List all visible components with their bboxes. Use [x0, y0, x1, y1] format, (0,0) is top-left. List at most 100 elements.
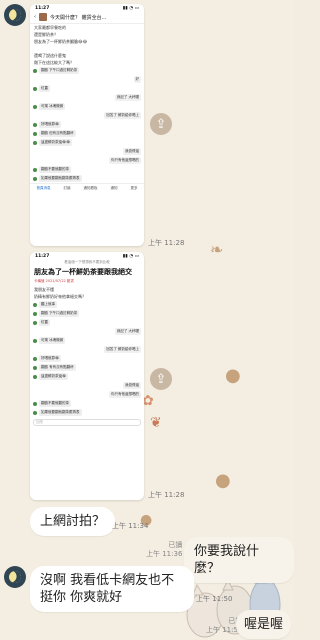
- avatar-icon: [33, 311, 37, 316]
- screenshot-chat-row: 如果就要翻就翻茶跟再表: [30, 174, 144, 183]
- screenshot-chat-row: 翻臉 下午口過訂鮮奶茶: [30, 309, 144, 318]
- share-icon[interactable]: ⇪: [150, 113, 172, 135]
- screenshot-chat-row: 翻臉不要就翻的茶: [30, 399, 144, 408]
- screenshot-chat-bubble: 我覺得還: [123, 382, 141, 389]
- message-time: 上午 11:36: [146, 550, 183, 558]
- avatar-icon: [33, 122, 37, 127]
- screenshot-text-line: 我朋友不懂: [34, 287, 54, 292]
- avatar-icon: [33, 176, 37, 181]
- screenshot-chat-bubble: 可樂 冰塊微微: [39, 103, 66, 110]
- nav-item: 通知看板: [83, 186, 98, 190]
- screenshot-chat-bubble: 好: [133, 76, 141, 83]
- screenshot-chat-row: 我覺得還: [30, 147, 144, 156]
- screenshot-title: 今天開什麼？ 雜貨全台...: [50, 14, 107, 21]
- screenshot-chat-bubble: 紅蓋: [39, 319, 50, 326]
- read-label: 已讀: [168, 541, 183, 549]
- avatar-icon: [33, 365, 37, 370]
- screenshot-chat-row: 如果就要翻就翻茶跟再表: [30, 408, 144, 417]
- screenshot-chat-bubble: 好喝就算😂: [39, 355, 62, 362]
- contact-avatar[interactable]: [4, 566, 26, 588]
- screenshot-chat-row: 好喝就算😂: [30, 120, 144, 129]
- screenshot-chat-bubble: 好喝就算😂: [39, 121, 62, 128]
- leaf-icon: ❧: [210, 240, 224, 259]
- post-headline: 朋友為了一杯鮮奶茶要跟我絕交: [34, 268, 132, 276]
- screenshot-text-line: 大家最都早餐吃的: [34, 25, 66, 30]
- screenshot-chat-bubble: 回答了 鮮奶給你喝上: [104, 112, 141, 119]
- status-time: 11:27: [35, 254, 50, 259]
- avatar-icon: [33, 104, 37, 109]
- screenshot-chat-bubble: 翻臉不要就翻的茶: [39, 166, 71, 173]
- screenshot-text-line: 朋友為了一杯鮮奶茶翻臉😂😂: [34, 39, 88, 44]
- screenshot-chat-row: 回答了 鮮奶給你喝上: [30, 111, 144, 120]
- incoming-message[interactable]: 沒啊 我看低卡網友也不挺你 你爽就好: [30, 566, 194, 612]
- message-time: 上午 11:28: [148, 239, 185, 247]
- screenshot-chat-row: 這邊鮮奶茶還😂😂: [30, 138, 144, 147]
- read-receipt: 已讀 上午 11:36: [146, 541, 182, 559]
- avatar-icon: [33, 86, 37, 91]
- screenshot-chat-row: 可樂 冰塊微微: [30, 102, 144, 111]
- image-message-screenshot-2[interactable]: 11:27 ▮▮ ◔ ▭ 看這個一下想想我不要到比較 朋友為了一杯鮮奶茶要跟我絕…: [30, 252, 144, 500]
- nav-item: 討論: [63, 186, 71, 190]
- screenshot-chat-bubble: 紅蓋: [39, 85, 50, 92]
- screenshot-chat-row: 我覺得還: [30, 381, 144, 390]
- avatar-icon: [33, 140, 37, 145]
- screenshot-title-bar: ‹ 今天開什麼？ 雜貨全台...: [30, 12, 144, 24]
- signal-icon: ▮▮ ◔ ▭: [122, 254, 139, 259]
- screenshot-chat-bubble: 翻臉 但有沒有點翻杯: [39, 130, 76, 137]
- screenshot-text-line: 還喝了說這什麼鬼: [34, 53, 66, 58]
- image-message-screenshot-1[interactable]: 11:27 ▮▮ ◔ ▭ ‹ 今天開什麼？ 雜貨全台... 大家最都早餐吃的 還是…: [30, 4, 144, 246]
- screenshot-chat-row: 翻臉 下午口過訂鮮奶茶: [30, 66, 144, 75]
- screenshot-chat-row: 翻臉不要就翻的茶: [30, 165, 144, 174]
- signal-icon: ▮▮ ◔ ▭: [122, 6, 139, 11]
- nav-item: 通知: [110, 186, 118, 190]
- screenshot-chat-bubble: 我記了 大杯喔: [114, 94, 141, 101]
- screenshot-text-line: 剛下在這比較大了嗎？: [34, 60, 74, 65]
- screenshot-text-line: 奶精有鮮奶好來他拿絕交嗎？: [34, 294, 86, 299]
- screenshot-intro: 大家最都早餐吃的 還是鮮奶茶？ 朋友為了一杯鮮奶茶翻臉😂😂 還喝了說這什麼鬼剛下在這…: [30, 24, 144, 66]
- screenshot-chat-bubble: 如果就要翻就翻茶跟再表: [39, 175, 82, 182]
- screenshot-chat-bubble: 回答了 鮮奶給你喝上: [104, 346, 141, 353]
- message-time: 上午 11:50: [196, 595, 233, 603]
- contact-avatar[interactable]: [4, 4, 26, 26]
- nav-item: 更多: [130, 186, 138, 190]
- screenshot-chat-bubble: 你只有他還想喝的: [109, 391, 141, 398]
- incoming-message[interactable]: 上網討拍？: [30, 507, 116, 536]
- screenshot-chat-bubble: 我記了 大杯喔: [114, 328, 141, 335]
- nav-item: 首頁消息: [36, 186, 51, 190]
- avatar-icon: [33, 320, 37, 325]
- status-bar: 11:27 ▮▮ ◔ ▭: [30, 4, 144, 12]
- acorn-icon: ●: [215, 470, 231, 491]
- avatar-icon: [33, 131, 37, 136]
- screenshot-chat-bubble: 我覺得還: [123, 148, 141, 155]
- outgoing-message[interactable]: 喔是喔: [236, 610, 292, 639]
- post-body: 我朋友不懂奶精有鮮奶好來他拿絕交嗎？: [30, 286, 144, 300]
- avatar-icon: [33, 410, 37, 415]
- thumbnail: [39, 13, 47, 21]
- reply-input: 回應: [33, 419, 141, 426]
- status-bar: 11:27 ▮▮ ◔ ▭: [30, 252, 144, 260]
- screenshot-chat-row: 回答了 鮮奶給你喝上: [30, 345, 144, 354]
- screenshot-chat-rows: 聽上就事 翻臉 下午口過訂鮮奶茶 紅蓋我記了 大杯喔可樂 冰塊微微回答了 鮮奶給你喝…: [30, 300, 144, 417]
- screenshot-chat-row: 紅蓋: [30, 84, 144, 93]
- screenshot-chat-bubble: 可樂 冰塊微微: [39, 337, 66, 344]
- screenshot-nav-bar: 首頁消息 討論 通知看板 通知 更多: [30, 183, 144, 193]
- avatar-icon: [33, 374, 37, 379]
- avatar-icon: [33, 401, 37, 406]
- screenshot-chat-row: 可樂 冰塊微微: [30, 336, 144, 345]
- screenshot-chat-bubble: 這邊鮮奶茶還😂😂: [39, 139, 73, 146]
- outgoing-message[interactable]: 你要我說什麼？: [184, 537, 294, 583]
- share-icon[interactable]: ⇪: [150, 368, 172, 390]
- message-time: 上午 11:34: [112, 522, 149, 530]
- screenshot-chat-row: 你只有他還想喝的: [30, 156, 144, 165]
- screenshot-chat-bubble: 聽上就事: [39, 301, 57, 308]
- screenshot-chat-row: 你只有他還想喝的: [30, 390, 144, 399]
- post-meta: 卡稱值 2021/07/22 臉書: [34, 279, 74, 283]
- screenshot-chat-bubble: 如果就要翻就翻茶跟再表: [39, 409, 82, 416]
- leaf-icon: ❦: [150, 415, 162, 431]
- screenshot-chat-bubble: 翻臉 下午口過訂鮮奶茶: [39, 67, 80, 74]
- screenshot-text-line: 還是鮮奶茶？: [34, 32, 58, 37]
- avatar-icon: [33, 338, 37, 343]
- acorn-icon: ●: [225, 365, 241, 386]
- screenshot-chat-row: 好: [30, 75, 144, 84]
- avatar-icon: [33, 68, 37, 73]
